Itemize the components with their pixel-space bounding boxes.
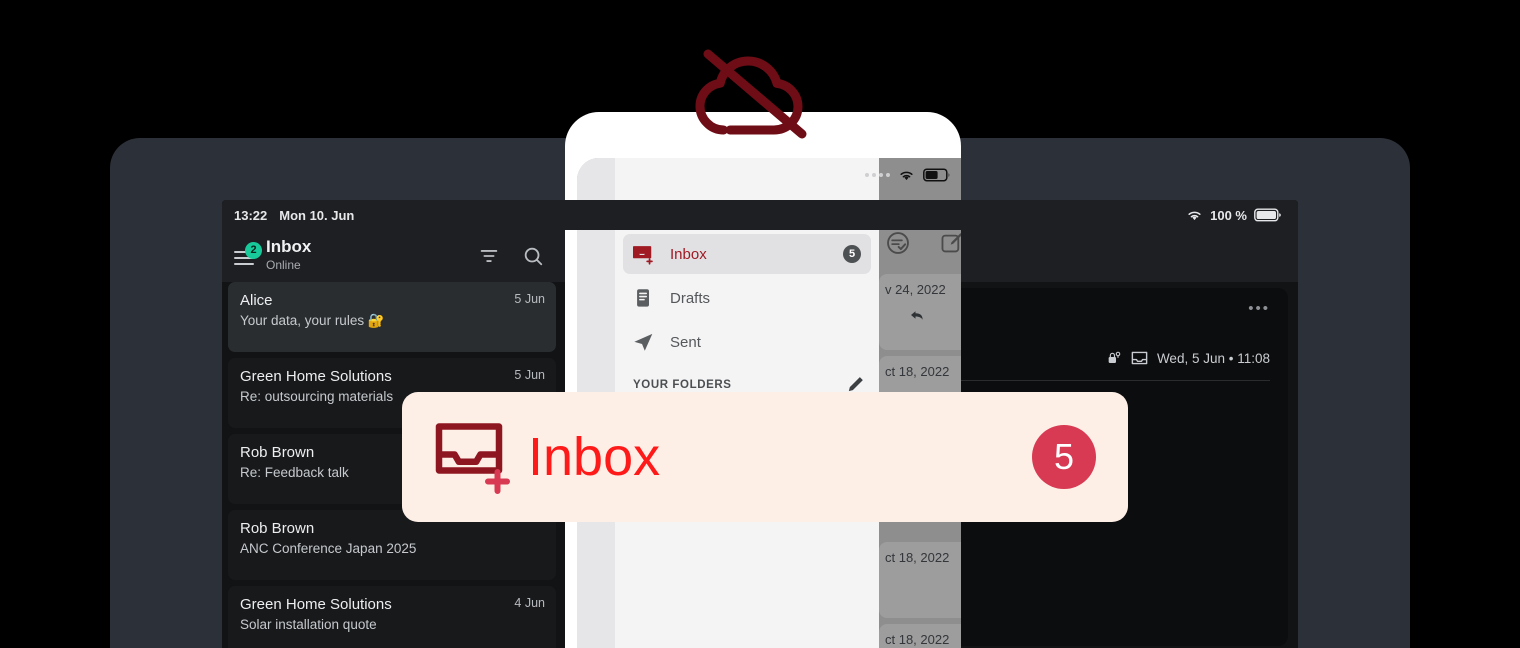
table-row[interactable]: Green Home Solutions Solar installation …: [228, 586, 556, 648]
tablet-folder-title-wrap: Inbox Online: [266, 238, 311, 274]
phone-bg-mail-card: ct 18, 2022: [879, 542, 961, 618]
tablet-clock: 13:22: [234, 207, 268, 223]
tablet-list-header: 2 Inbox Online: [222, 230, 562, 282]
mail-sender: Green Home Solutions: [240, 596, 392, 613]
search-icon[interactable]: [522, 245, 544, 267]
phone-status-bar: [865, 168, 951, 182]
sidebar-item-sent[interactable]: Sent: [623, 322, 871, 362]
unread-count-badge: 5: [843, 245, 861, 263]
mark-read-icon[interactable]: [885, 230, 911, 256]
sidebar-item-drafts[interactable]: Drafts: [623, 278, 871, 318]
mail-sender: Alice: [240, 292, 273, 309]
inbox-icon: [1130, 350, 1149, 366]
reply-icon: [907, 306, 927, 324]
phone-device: v 24, 2022 ct 18, 2022 ct 18, 2022 ct 18…: [565, 112, 961, 648]
phone-bg-mail-date: ct 18, 2022: [885, 364, 950, 379]
battery-icon: [923, 168, 951, 182]
menu-icon[interactable]: 2: [232, 242, 262, 267]
mail-sender: Rob Brown: [240, 520, 315, 537]
mail-date: 5 Jun: [514, 292, 545, 306]
table-row[interactable]: Alice Your data, your rules 🔐 5 Jun: [228, 282, 556, 352]
sidebar-item-inbox[interactable]: Inbox 5: [623, 234, 871, 274]
callout-badge: 5: [1032, 425, 1096, 489]
phone-bg-mail-date: v 24, 2022: [885, 282, 946, 297]
sidebar-item-label: Inbox: [670, 245, 707, 263]
callout-card: Inbox 5: [402, 392, 1128, 522]
tablet-date: Mon 10. Jun: [279, 207, 355, 223]
battery-icon: [1254, 208, 1282, 222]
mail-date: 5 Jun: [514, 368, 545, 382]
connection-status: Online: [266, 258, 301, 273]
phone-bg-toolbar: [885, 230, 961, 256]
phone-signal-dots-icon: [865, 173, 890, 177]
drafts-icon: [631, 287, 656, 309]
tablet-status-right: 100 %: [1186, 208, 1298, 223]
tablet-battery-percent: 100 %: [1210, 207, 1247, 223]
section-title: YOUR FOLDERS: [633, 379, 732, 391]
cloud-off-icon: [694, 48, 818, 140]
filter-icon[interactable]: [478, 245, 500, 267]
mail-subject: Your data, your rules 🔐: [240, 313, 385, 329]
phone-bg-mail-date: ct 18, 2022: [885, 550, 950, 565]
mail-meta: Wed, 5 Jun • 11:08: [1106, 350, 1270, 366]
compose-icon[interactable]: [939, 230, 961, 256]
inbox-add-icon: [631, 243, 656, 265]
phone-bg-mail-card: ct 18, 2022: [879, 624, 961, 648]
inbox-add-icon: [432, 420, 518, 494]
mail-timestamp: Wed, 5 Jun • 11:08: [1156, 350, 1270, 366]
sidebar-item-label: Drafts: [670, 289, 711, 307]
mail-subject: Solar installation quote: [240, 617, 377, 633]
phone-bg-mail-date: ct 18, 2022: [885, 632, 950, 647]
tablet-status-left: 13:22 Mon 10. Jun: [222, 208, 354, 223]
tablet-list-header-actions: [478, 245, 552, 267]
sidebar-item-label: Sent: [670, 333, 701, 351]
wifi-icon: [898, 169, 915, 182]
menu-badge: 2: [245, 242, 262, 259]
phone-bg-mail-card: v 24, 2022: [879, 274, 961, 350]
wifi-icon: [1186, 209, 1203, 222]
tablet-status-bar: 13:22 Mon 10. Jun 100 %: [222, 200, 1298, 230]
mail-date: 4 Jun: [514, 596, 545, 610]
mail-more-icon[interactable]: •••: [1248, 300, 1270, 317]
mail-subject: ANC Conference Japan 2025: [240, 541, 417, 557]
screenshot-stage: 13:22 Mon 10. Jun 100 % 2 Inbox Online A…: [0, 0, 1520, 648]
page-title: Inbox: [266, 237, 312, 257]
lock-key-icon: [1106, 350, 1122, 366]
sent-icon: [631, 331, 656, 353]
callout-label: Inbox: [528, 427, 661, 487]
mail-sender: Green Home Solutions: [240, 368, 392, 385]
